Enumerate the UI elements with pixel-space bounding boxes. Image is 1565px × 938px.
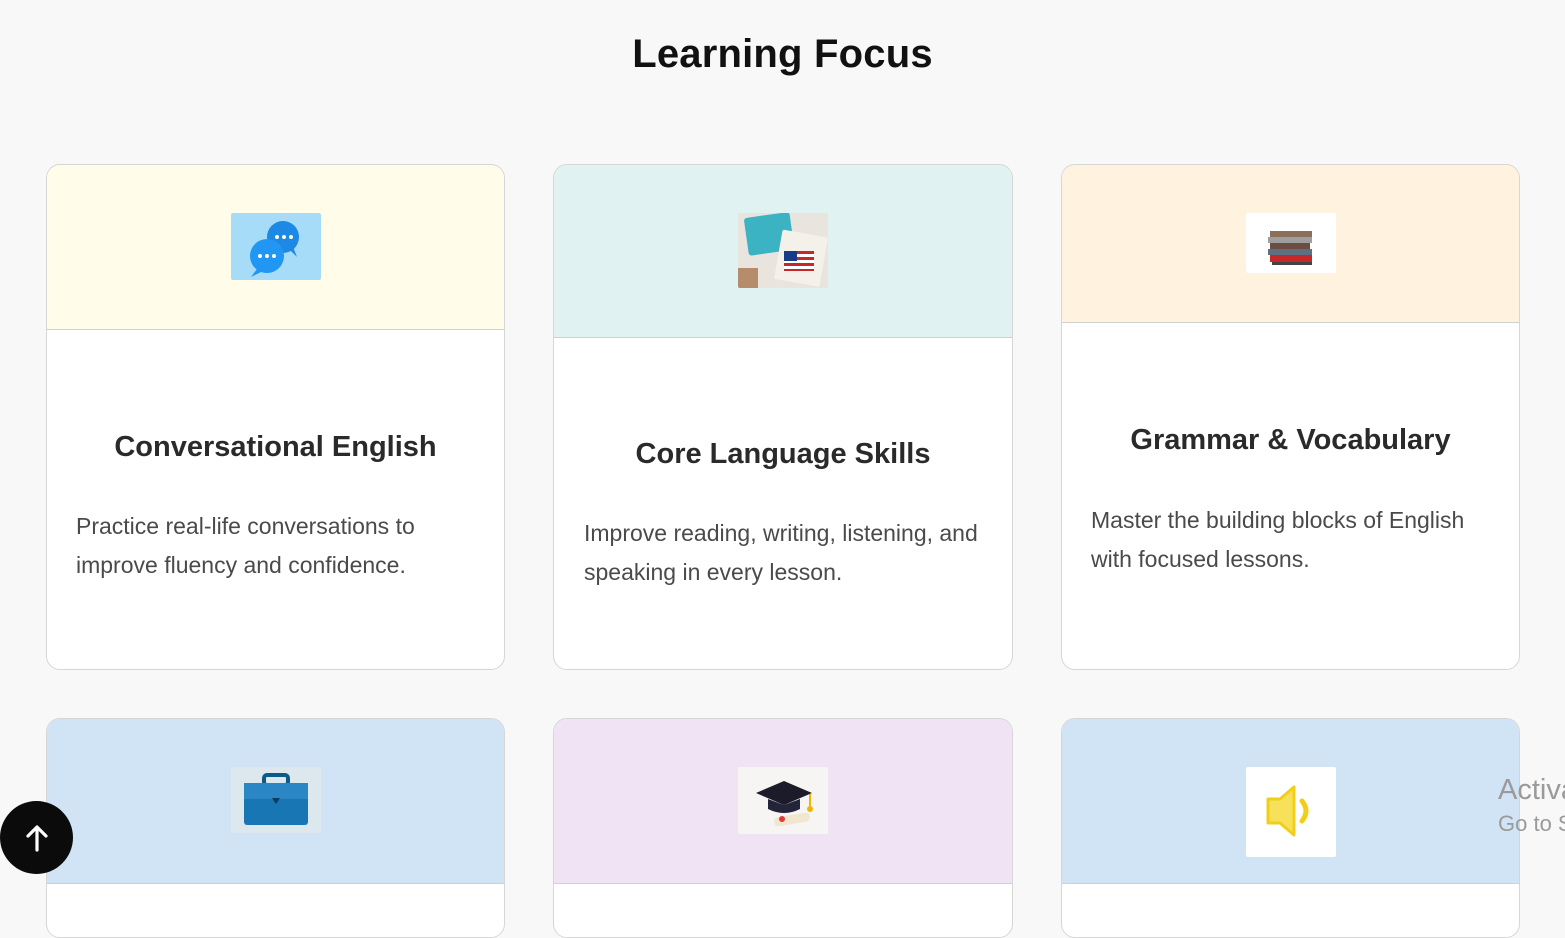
card-image-area — [554, 165, 1012, 338]
card-conversational-english[interactable]: Conversational English Practice real-lif… — [46, 164, 505, 670]
card-description: Improve reading, writing, listening, and… — [584, 520, 978, 585]
card-row2-3[interactable] — [1061, 718, 1520, 938]
watermark-line2: Go to S — [1498, 811, 1565, 836]
book-stack-icon — [1245, 213, 1336, 273]
card-title: Conversational English — [114, 431, 437, 463]
activation-watermark: Activa Go to S — [1498, 772, 1565, 840]
speaker-icon — [1245, 767, 1336, 857]
watermark-line1: Activa — [1498, 774, 1565, 806]
card-row2-2[interactable] — [553, 718, 1013, 938]
graduation-cap-icon — [738, 767, 828, 834]
card-image-area — [47, 719, 504, 884]
card-grammar-vocabulary[interactable]: Grammar & Vocabulary Master the building… — [1061, 164, 1520, 670]
card-image-area — [1062, 165, 1519, 323]
back-to-top-button[interactable] — [0, 801, 73, 874]
briefcase-icon — [230, 767, 321, 833]
card-image-area — [554, 719, 1012, 884]
card-description: Practice real-life conversations to impr… — [76, 513, 415, 578]
card-image-area — [1062, 719, 1519, 884]
card-image-area — [47, 165, 504, 330]
english-books-photo — [738, 213, 828, 288]
chat-bubbles-icon — [230, 213, 321, 280]
card-title: Grammar & Vocabulary — [1130, 424, 1451, 456]
card-description: Master the building blocks of English wi… — [1091, 507, 1465, 572]
arrow-up-icon — [24, 824, 50, 852]
card-title: Core Language Skills — [635, 438, 931, 470]
card-row2-1[interactable] — [46, 718, 505, 938]
card-core-language-skills[interactable]: Core Language Skills Improve reading, wr… — [553, 164, 1013, 670]
page-title: Learning Focus — [632, 32, 933, 76]
